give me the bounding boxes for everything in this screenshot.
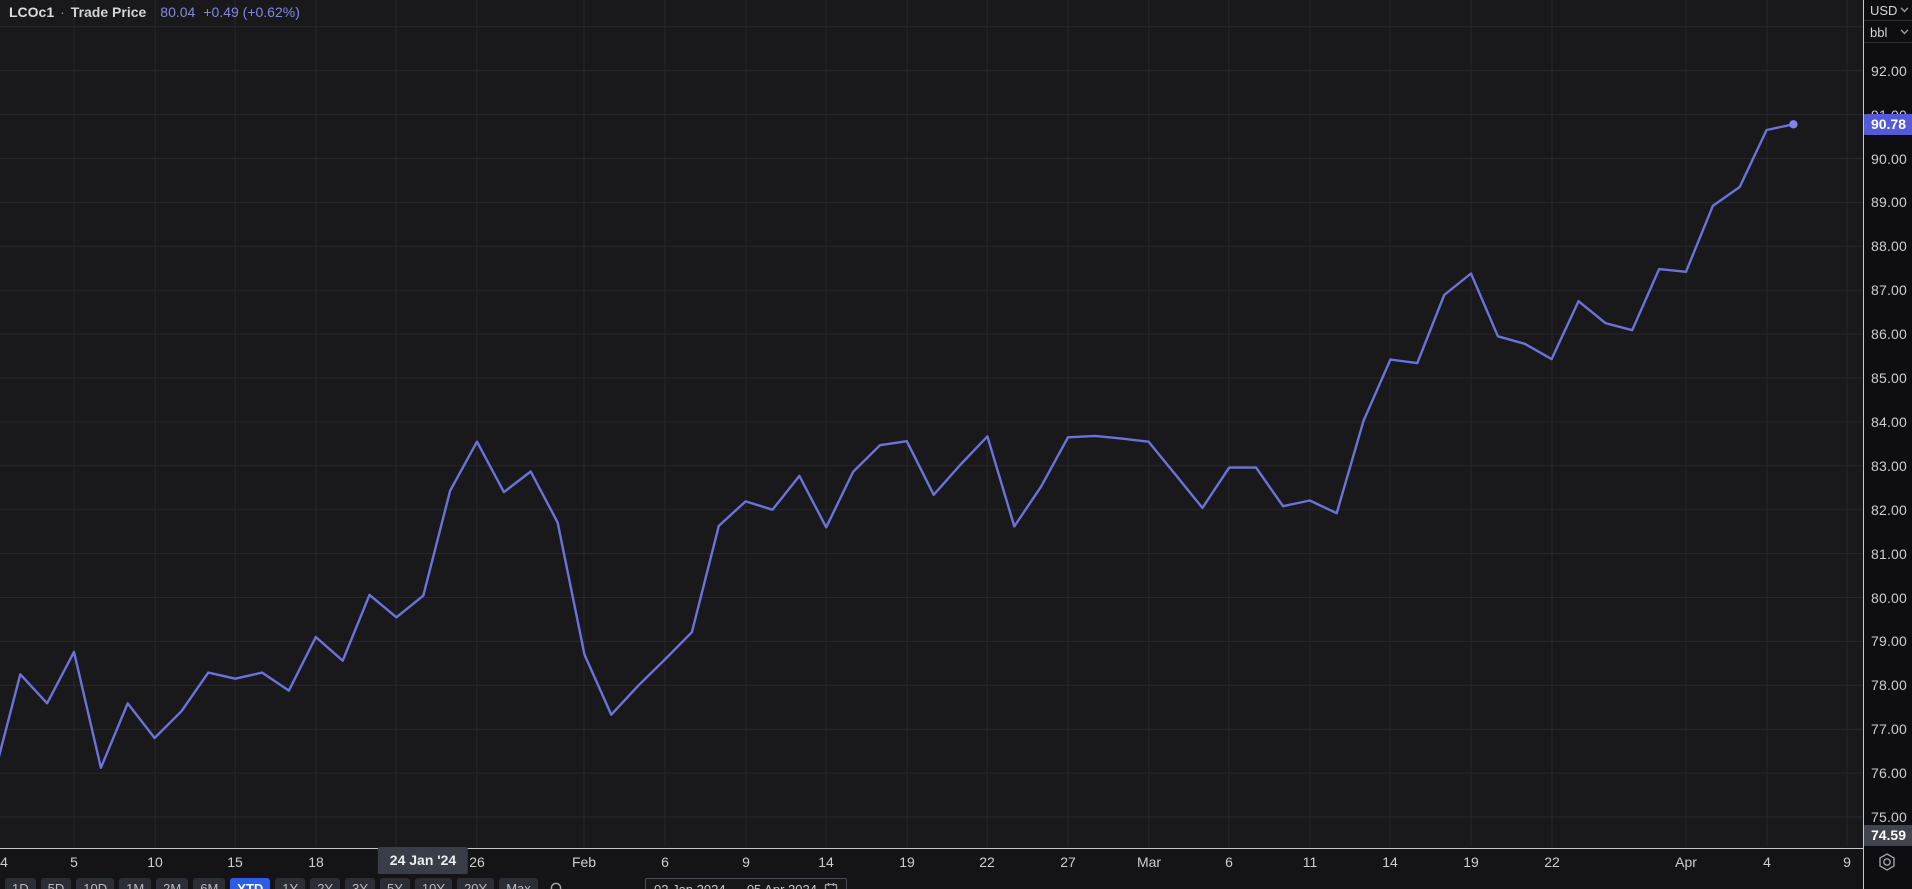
date-tick-label: 6 [1225, 854, 1233, 870]
date-tick-label: Mar [1136, 854, 1162, 870]
calendar-icon [824, 883, 838, 889]
date-tick-label: 14 [1382, 854, 1398, 870]
price-tick-label: 86.00 [1871, 326, 1908, 343]
chart-settings-button[interactable] [1877, 852, 1897, 872]
header-separator: · [60, 4, 65, 20]
date-tick-label: 26 [469, 854, 485, 870]
gridlines [0, 0, 1863, 847]
range-button-1y[interactable]: 1Y [275, 878, 306, 889]
date-tick-label: 22 [1544, 854, 1560, 870]
chart-application: LCOc1 · Trade Price 80.04 +0.49 (+0.62%)… [0, 0, 1912, 889]
range-button-1m[interactable]: 1M [119, 878, 152, 889]
range-button-ytd[interactable]: YTD [230, 878, 271, 889]
range-button-5d[interactable]: 5D [40, 878, 72, 889]
price-tick-label: 80.00 [1871, 589, 1908, 606]
last-price-dot [1789, 120, 1798, 129]
price-tick-label: 76.00 [1871, 765, 1908, 782]
date-tick-label: 19 [1463, 854, 1479, 870]
range-button-group: 1D 5D 10D 1M 2M 6M YTD 1Y 2Y 3Y 5Y 10Y 20Y Max [5, 878, 543, 889]
range-low-badge: 74.59 [1864, 825, 1912, 846]
currency-dropdown[interactable]: USD [1864, 0, 1912, 21]
series-label: Trade Price [70, 4, 147, 20]
date-tick-label: Feb [571, 854, 597, 870]
price-chart-plot-area[interactable] [0, 0, 1863, 848]
crosshair-change: +0.49 (+0.62%) [203, 4, 300, 20]
currency-label: USD [1870, 2, 1898, 18]
price-tick-label: 84.00 [1871, 413, 1908, 430]
price-tick-label: 75.00 [1871, 809, 1908, 825]
price-tick-label: 81.00 [1871, 545, 1908, 562]
price-tick-label: 88.00 [1871, 238, 1908, 255]
price-tick-label: 83.00 [1871, 457, 1908, 474]
price-line [0, 123, 1795, 769]
date-tick-label: 4 [1763, 854, 1771, 870]
range-button-5y[interactable]: 5Y [380, 878, 410, 889]
instrument-symbol: LCOc1 [9, 4, 55, 20]
price-tick-label: 87.00 [1871, 282, 1908, 299]
range-button-6m[interactable]: 6M [193, 878, 226, 889]
date-tick-label: Apr [1675, 854, 1697, 870]
price-tick-label: 78.00 [1871, 677, 1908, 694]
range-button-20y[interactable]: 20Y [457, 878, 495, 889]
date-tick-label: 22 [979, 854, 995, 870]
unit-label: bbl [1870, 24, 1888, 40]
chart-header: LCOc1 · Trade Price 80.04 +0.49 (+0.62%) [9, 3, 300, 21]
price-axis[interactable]: USD bbl 92.0091.0090.0089.0088.0087.0086… [1863, 0, 1912, 889]
date-tick-label: 15 [227, 854, 243, 870]
range-button-3y[interactable]: 3Y [345, 878, 376, 889]
date-range-separator: – [732, 881, 740, 889]
price-tick-label: 82.00 [1871, 501, 1908, 518]
range-button-2m[interactable]: 2M [156, 878, 189, 889]
date-tick-label: 11 [1302, 854, 1318, 870]
price-tick-label: 77.00 [1871, 721, 1908, 738]
range-toolbar: 1D 5D 10D 1M 2M 6M YTD 1Y 2Y 3Y 5Y 10Y 20Y Max 02 Jan… [0, 878, 1863, 889]
crosshair-price: 80.04 [160, 4, 196, 20]
last-price-badge: 90.78 [1864, 114, 1912, 135]
date-range-to: 05 Apr 2024 [746, 881, 817, 889]
chevron-down-icon [1900, 29, 1909, 35]
magnifier-icon[interactable] [545, 878, 569, 889]
price-tick-label: 90.00 [1871, 150, 1908, 167]
range-button-10y[interactable]: 10Y [414, 878, 453, 889]
price-tick-label: 89.00 [1871, 194, 1908, 211]
date-tick-label: 5 [70, 854, 78, 870]
date-tick-label: 4 [0, 854, 8, 870]
price-tick-label: 85.00 [1871, 370, 1908, 386]
range-button-max[interactable]: Max [499, 878, 538, 889]
price-tick-label: 92.00 [1871, 62, 1908, 79]
price-tick-label: 79.00 [1871, 633, 1908, 650]
date-tick-label: 6 [661, 854, 669, 870]
date-axis[interactable]: 4 5 10 15 18 26 Feb 6 9 14 19 22 27 Mar 6 11 14 19 22 Apr 4 9… [0, 847, 1863, 876]
date-range-picker[interactable]: 02 Jan 2024 – 05 Apr 2024 [645, 878, 847, 889]
date-tick-label: 18 [308, 854, 324, 870]
date-tick-label: 9 [1843, 854, 1851, 870]
date-tick-label: 9 [742, 854, 750, 870]
date-tick-label: 19 [899, 854, 915, 870]
unit-dropdown[interactable]: bbl [1864, 22, 1912, 43]
range-button-1d[interactable]: 1D [5, 878, 36, 889]
range-button-10d[interactable]: 10D [76, 878, 115, 889]
price-chart-svg[interactable] [0, 0, 1863, 848]
date-tick-label: 27 [1060, 854, 1076, 870]
gear-icon [1879, 853, 1895, 871]
range-button-2y[interactable]: 2Y [310, 878, 341, 889]
date-tick-label: 10 [147, 854, 163, 870]
crosshair-date-tooltip: 24 Jan '24 [377, 847, 469, 874]
date-tick-label: 14 [818, 854, 834, 870]
date-range-from: 02 Jan 2024 [654, 881, 726, 889]
chevron-down-icon [1900, 7, 1909, 13]
